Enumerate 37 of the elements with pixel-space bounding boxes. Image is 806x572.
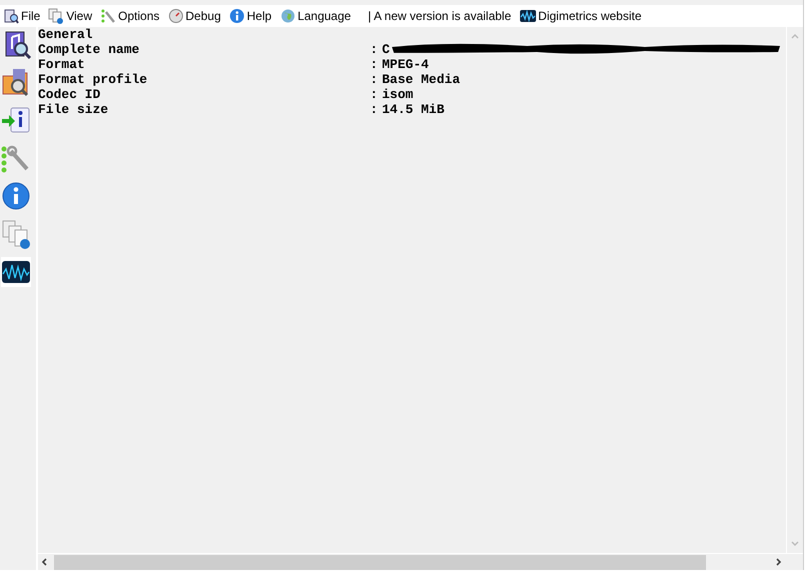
- field-value: Base Media: [382, 72, 460, 87]
- field-label: Complete name: [38, 42, 140, 57]
- export-info-icon[interactable]: [1, 105, 31, 135]
- field-value: isom: [382, 87, 414, 102]
- field-value: MPEG-4: [382, 57, 429, 72]
- menu-item[interactable]: View: [45, 6, 96, 26]
- menu-item[interactable]: Options: [97, 6, 162, 26]
- waveform-icon[interactable]: [1, 257, 31, 287]
- folder-icon[interactable]: [1, 67, 31, 97]
- info-icon: [228, 8, 245, 24]
- menu-item[interactable]: Help: [226, 6, 275, 26]
- field-value: 14.5 MiB: [382, 102, 444, 117]
- menu-item[interactable]: Language: [276, 6, 354, 26]
- field-label: File size: [38, 102, 110, 117]
- colon: :: [370, 87, 379, 102]
- file-icon: [3, 8, 19, 24]
- section-heading: General: [38, 27, 94, 42]
- documents-icon: [48, 8, 64, 24]
- gauge-icon: [168, 8, 184, 24]
- menu-item[interactable]: File: [0, 6, 44, 26]
- field-label: Codec ID: [38, 87, 102, 102]
- colon: :: [370, 57, 379, 72]
- info-icon[interactable]: [1, 181, 31, 211]
- update-notice: | A new version is available: [368, 9, 512, 23]
- colon: :: [370, 72, 379, 87]
- globe-icon: [280, 8, 296, 24]
- horizontal-scrollbar[interactable]: [38, 553, 803, 570]
- waveform-icon: [520, 8, 536, 24]
- website-link[interactable]: Digimetrics website: [517, 6, 645, 26]
- colon: :: [370, 102, 379, 117]
- field-label: Format profile: [38, 72, 148, 87]
- field-label: Format: [38, 57, 86, 72]
- field-value: C: [382, 42, 390, 57]
- menu-item[interactable]: Debug: [164, 6, 224, 26]
- list-icon: [100, 8, 116, 24]
- documents-globe-icon[interactable]: [1, 219, 31, 249]
- colon: :: [370, 42, 379, 57]
